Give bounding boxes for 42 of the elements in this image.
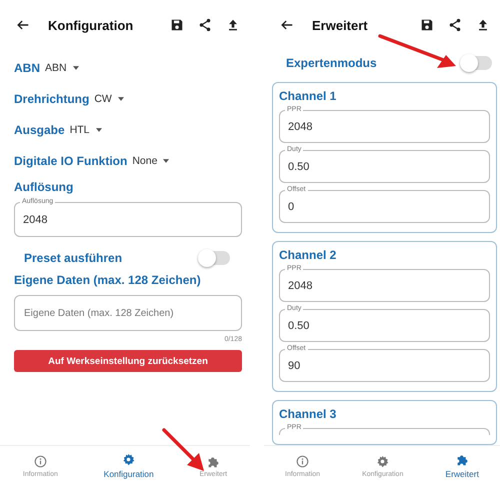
- setting-label: Digitale IO Funktion: [14, 154, 128, 168]
- caret-icon: [118, 96, 124, 100]
- setting-label: Drehrichtung: [14, 92, 90, 106]
- channel-title: Channel 2: [279, 248, 338, 262]
- caret-icon: [72, 66, 79, 70]
- puzzle-icon: [456, 453, 469, 466]
- dropdown[interactable]: None: [132, 154, 170, 166]
- text-field[interactable]: Eigene Daten (max. 128 Zeichen): [14, 295, 242, 331]
- caret-icon: [163, 158, 170, 162]
- save-icon[interactable]: [170, 18, 184, 32]
- section-heading: Auflösung: [14, 180, 74, 194]
- dropdown[interactable]: HTL: [70, 124, 102, 136]
- back-icon[interactable]: [280, 18, 294, 32]
- gear-icon: [122, 453, 136, 466]
- reset-button[interactable]: Auf Werkseinstellung zurücksetzen: [14, 350, 242, 372]
- arrow-drawing: [162, 428, 204, 471]
- setting-label: Expertenmodus: [286, 56, 377, 70]
- screen-title: Erweitert: [312, 18, 368, 32]
- setting-label: Ausgabe: [14, 122, 65, 136]
- back-icon[interactable]: [16, 18, 30, 32]
- toggle-switch[interactable]: [200, 251, 230, 265]
- nav-tab[interactable]: Konfiguration: [104, 453, 154, 479]
- setting-label: Preset ausführen: [24, 251, 122, 265]
- dropdown[interactable]: CW: [94, 92, 124, 104]
- screen-title: Konfiguration: [48, 18, 134, 32]
- nav-tab[interactable]: Erweitert: [445, 453, 479, 479]
- save-icon[interactable]: [420, 18, 434, 32]
- share-icon[interactable]: [198, 18, 212, 32]
- section-heading: Eigene Daten (max. 128 Zeichen): [14, 273, 202, 287]
- channel-title: Channel 3: [279, 407, 338, 421]
- setting-label: ABN: [14, 60, 40, 74]
- puzzle-icon: [206, 454, 220, 468]
- caret-icon: [96, 128, 102, 132]
- info-icon: [34, 454, 47, 468]
- info-icon: [296, 454, 310, 468]
- share-icon[interactable]: [448, 18, 462, 32]
- gear-icon: [376, 454, 390, 468]
- channel-title: Channel 1: [279, 89, 338, 103]
- upload-icon[interactable]: [476, 18, 490, 32]
- upload-icon[interactable]: [226, 18, 240, 32]
- dropdown[interactable]: ABN: [45, 62, 79, 74]
- toggle-switch[interactable]: [462, 56, 492, 70]
